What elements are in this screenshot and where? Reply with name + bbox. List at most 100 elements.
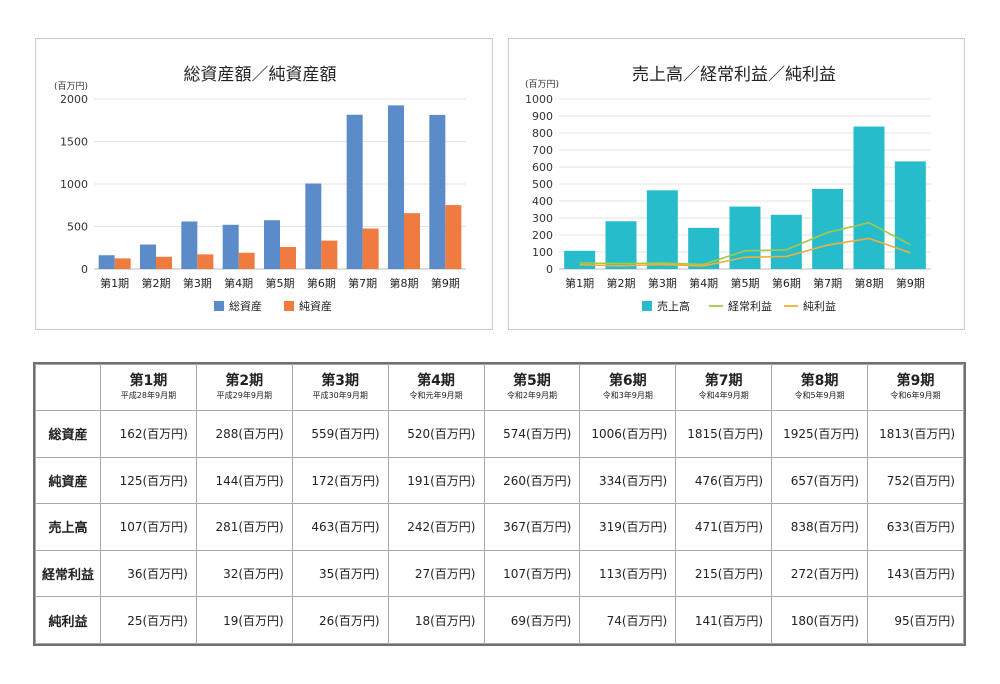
x-tick-label: 第7期 [348,276,377,290]
table-cell: 319(百万円) [579,503,677,551]
table-corner-cell [35,364,101,411]
legend-label-0: 売上高 [657,299,690,313]
row-header: 売上高 [35,503,101,551]
legend-label-1: 経常利益 [728,299,772,313]
x-tick-label: 第4期 [224,276,253,290]
x-tick-label: 第1期 [100,276,129,290]
chart-title: 総資産額／純資産額 [184,65,337,85]
sales-profit-chart: 売上高／経常利益／純利益 (百万円) 0 100 200 300 400 500 600 700 8… [525,65,931,313]
x-tick-label: 第3期 [648,276,677,290]
x-tick-label: 第9期 [431,276,460,290]
table-cell: 334(百万円) [579,456,677,505]
bar-0-5 [770,214,802,269]
bar-1-4 [280,246,296,269]
table-row: 売上高 107(百万円) 281(百万円) 463(百万円) 242(百万円) 367(百… [35,503,964,551]
table-cell: 19(百万円) [195,596,293,644]
financial-table-wrapper: 第1期 平成28年9月期 第2期 平成29年9月期 第3期 平成30年9月期 第4期 令和元年… [33,362,966,646]
column-header-label: 第7期 [704,373,743,389]
y-tick-label: 1000 [525,93,553,106]
y-axis-unit-label: (百万円) [525,79,559,90]
bar-0-0 [98,255,115,269]
bar-1-7 [404,213,420,269]
column-header-label: 第4期 [417,373,455,389]
table-cell: 35(百万円) [291,549,389,598]
bar-0-6 [812,188,844,269]
bar-0-4 [264,220,280,269]
bar-1-3 [238,252,255,269]
table-row: 総資産 162(百万円) 288(百万円) 559(百万円) 520(百万円) 574(百… [35,410,964,458]
table-cell: 657(百万円) [771,456,868,505]
bar-0-2 [181,221,198,269]
table-cell: 520(百万円) [387,410,485,458]
column-header-label: 第8期 [800,373,839,389]
table-cell: 574(百万円) [483,410,581,458]
column-header: 第3期 平成30年9月期 [291,364,389,411]
legend-label-1: 純資産 [299,300,332,313]
table-cell: 180(百万円) [771,596,868,644]
chart-title: 売上高／経常利益／純利益 [632,65,836,85]
table-cell: 1813(百万円) [867,410,964,458]
y-tick-label: 0 [81,263,88,276]
bar-1-6 [362,228,379,269]
x-tick-label: 第8期 [855,276,884,290]
column-header-period: 平成30年9月期 [312,391,368,400]
column-header: 第6期令和3年9月期 [579,364,677,411]
y-tick-label: 1500 [60,136,88,149]
column-header: 第9期令和6年9月期 [867,364,964,411]
x-tick-label: 第7期 [813,276,842,290]
table-cell: 1925(百万円) [771,410,868,458]
column-header: 第7期 令和4年9月期 [675,364,773,411]
y-tick-label: 500 [532,178,553,191]
bar-0-3 [688,227,720,269]
table-row: 純資産 125(百万円) 144(百万円) 172(百万円) 191(百万円) 260(百… [35,456,964,505]
bar-0-3 [222,224,239,269]
legend-swatch-0 [642,301,652,311]
y-tick-label: 800 [532,127,553,140]
column-header: 第2期 平成29年9月期 [195,364,293,411]
x-tick-label: 第2期 [607,276,636,290]
column-header-period: 令和6年9月期 [890,391,941,400]
x-tick-label: 第5期 [266,276,295,290]
bar-1-8 [445,205,462,269]
bar-1-0 [114,258,131,269]
table-cell: 74(百万円) [579,596,677,644]
table-cell: 838(百万円) [771,503,868,551]
bar-0-2 [646,190,678,269]
assets-chart: 総資産額／純資産額(百万円)0500100015002000第1期 第2期 第3期第… [54,65,466,313]
y-tick-label: 100 [532,246,553,259]
bar-0-7 [388,105,404,269]
table-cell: 95(百万円) [867,596,964,644]
x-tick-label: 第2期 [142,276,171,290]
bar-0-5 [305,183,322,269]
table-cell: 272(百万円) [771,549,868,598]
row-header: 純利益 [35,596,101,644]
table-cell: 69(百万円) [483,596,581,644]
table-cell: 107(百万円) [100,503,197,551]
column-header-period: 平成29年9月期 [216,391,272,400]
bar-0-7 [853,126,885,269]
table-cell: 260(百万円) [483,456,581,505]
column-header-label: 第9期 [896,373,935,389]
y-tick-label: 2000 [60,93,88,106]
x-tick-label: 第9期 [896,276,925,290]
column-header-label: 第6期 [608,373,647,389]
table-cell: 107(百万円) [483,549,581,598]
x-tick-label: 第6期 [772,276,801,290]
table-cell: 752(百万円) [867,456,964,505]
table-cell: 27(百万円) [387,549,485,598]
legend-label-2: 純利益 [803,299,836,313]
legend-label-0: 総資産 [229,299,262,313]
table-cell: 281(百万円) [195,503,293,551]
table-body: 総資産 162(百万円) 288(百万円) 559(百万円) 520(百万円) 574(百… [35,410,964,644]
table-cell: 36(百万円) [100,549,197,598]
column-header: 第8期 令和5年9月期 [771,364,868,411]
bar-0-8 [894,161,926,269]
legend-swatch-0 [214,301,224,311]
table-cell: 463(百万円) [291,503,389,551]
table-cell: 26(百万円) [291,596,389,644]
x-tick-label: 第4期 [689,276,718,290]
y-tick-label: 300 [532,212,553,225]
bar-0-1 [605,221,637,269]
table-cell: 125(百万円) [100,456,197,505]
column-header-period: 令和3年9月期 [602,391,653,400]
